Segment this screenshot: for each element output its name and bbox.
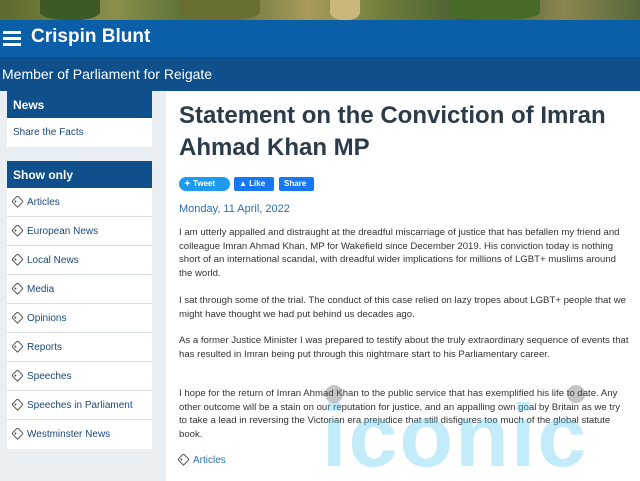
news-box: News Share the Facts	[7, 91, 152, 147]
tag-icon	[11, 427, 24, 440]
sidebar-item-label: Opinions	[27, 313, 67, 324]
sidebar-item-speeches-in-parliament[interactable]: Speeches in Parliament	[7, 391, 152, 420]
tag-icon	[11, 311, 24, 324]
top-navigation-bar: Crispin Blunt	[0, 20, 640, 57]
facebook-share-button[interactable]: Share	[279, 177, 314, 191]
facebook-like-button[interactable]: ▲ Like	[234, 177, 274, 191]
sidebar: News Share the Facts Show only Articles …	[7, 91, 152, 463]
tag-icon	[11, 398, 24, 411]
article-paragraph: I hope for the return of Imran Ahmad Kha…	[179, 388, 621, 440]
sidebar-item-label: Articles	[27, 197, 60, 208]
sidebar-item-label: Media	[27, 284, 55, 295]
site-title[interactable]: Crispin Blunt	[31, 26, 150, 48]
sidebar-item-label: Speeches in Parliament	[27, 400, 133, 411]
site-tagline: Member of Parliament for Reigate	[2, 66, 213, 82]
article-date: Monday, 11 April, 2022	[179, 203, 290, 215]
show-only-box: Show only Articles European News Local N…	[7, 161, 152, 449]
sidebar-item-label: European News	[27, 226, 99, 237]
sidebar-item-reports[interactable]: Reports	[7, 333, 152, 362]
twitter-bird-icon: ✦	[184, 179, 193, 188]
show-only-heading: Show only	[7, 161, 152, 188]
banner-foliage	[180, 0, 260, 20]
tag-icon	[177, 453, 190, 466]
article-title: Statement on the Conviction of Imran Ahm…	[179, 102, 606, 161]
sidebar-item-label: Reports	[27, 342, 63, 353]
like-label: Like	[249, 179, 266, 188]
article-paragraph: I am utterly appalled and distraught at …	[179, 227, 620, 279]
sidebar-item-label: Local News	[27, 255, 79, 266]
sidebar-item-local-news[interactable]: Local News	[7, 246, 152, 275]
banner-foliage	[450, 0, 540, 20]
sidebar-item-opinions[interactable]: Opinions	[7, 304, 152, 333]
article-main: Statement on the Conviction of Imran Ahm…	[166, 91, 640, 481]
sidebar-item-label: Speeches	[27, 371, 72, 382]
sidebar-item-media[interactable]: Media	[7, 275, 152, 304]
tag-icon	[11, 340, 24, 353]
header-banner-image	[0, 0, 640, 20]
tag-icon	[11, 224, 24, 237]
share-label: Share	[284, 179, 307, 188]
article-category-link[interactable]: Articles	[177, 453, 226, 466]
sidebar-item-european-news[interactable]: European News	[7, 217, 152, 246]
tweet-button[interactable]: ✦ Tweet	[179, 177, 230, 191]
article-category-label: Articles	[193, 455, 226, 466]
tweet-label: Tweet	[192, 179, 216, 188]
tag-icon	[11, 369, 24, 382]
banner-foliage	[330, 0, 360, 20]
banner-foliage	[40, 0, 100, 20]
sidebar-item-speeches[interactable]: Speeches	[7, 362, 152, 391]
tag-icon	[11, 253, 24, 266]
hamburger-menu-icon[interactable]	[3, 31, 21, 47]
article-paragraph: I sat through some of the trial. The con…	[179, 295, 626, 320]
tag-icon	[11, 195, 24, 208]
article-paragraph: As a former Justice Minister I was prepa…	[179, 335, 629, 360]
sidebar-item-label: Share the Facts	[13, 127, 84, 138]
news-heading[interactable]: News	[7, 91, 152, 118]
sidebar-item-label: Westminster News	[27, 429, 111, 440]
tag-icon	[11, 282, 24, 295]
tagline-bar: Member of Parliament for Reigate	[0, 57, 640, 91]
sidebar-item-share-the-facts[interactable]: Share the Facts	[7, 118, 152, 147]
thumbs-up-icon: ▲	[239, 179, 250, 188]
sidebar-item-westminster-news[interactable]: Westminster News	[7, 420, 152, 449]
sidebar-item-articles[interactable]: Articles	[7, 188, 152, 217]
